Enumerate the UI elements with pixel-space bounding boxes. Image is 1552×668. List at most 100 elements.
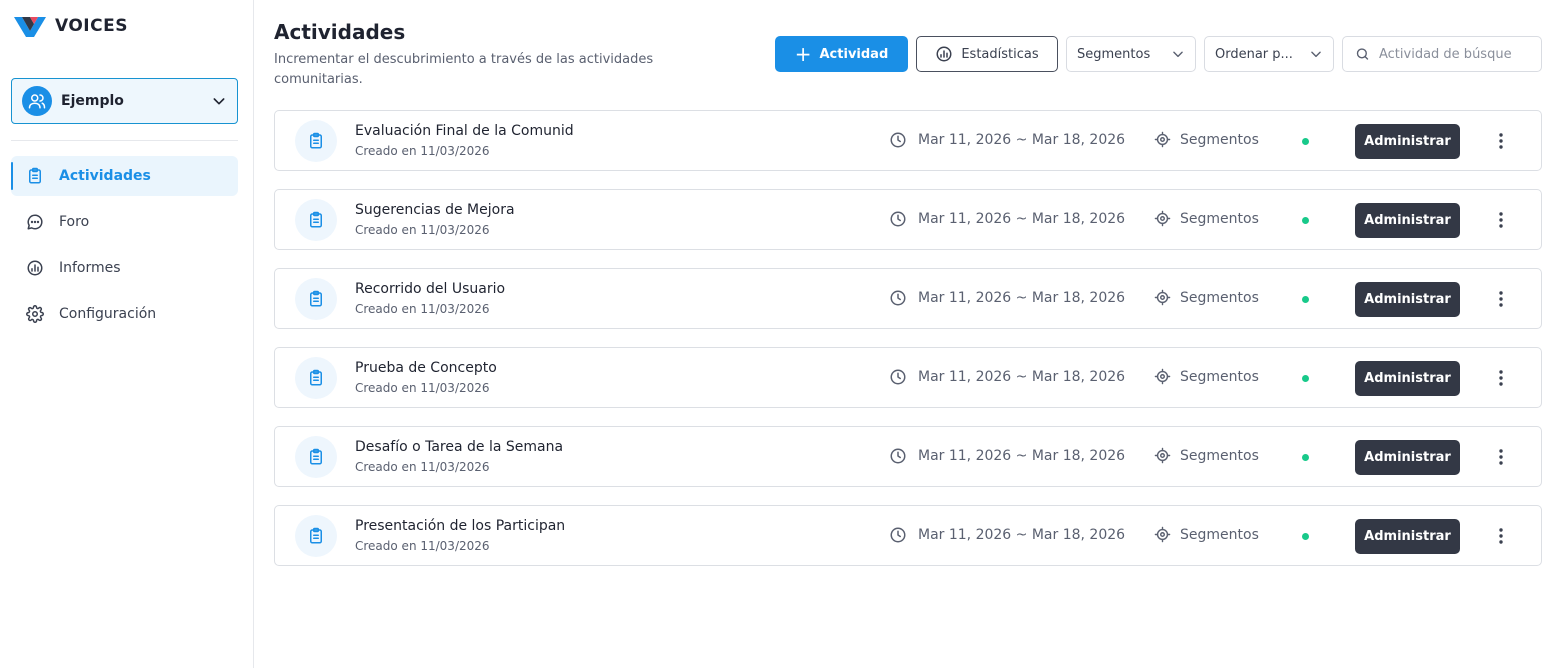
- target-icon: [1154, 368, 1171, 385]
- activity-created: Creado en 11/03/2026: [355, 539, 490, 553]
- clock-icon: [890, 448, 906, 464]
- activity-segment: Segmentos: [1154, 131, 1259, 148]
- activity-row[interactable]: Desafío o Tarea de la Semana Creado en 1…: [274, 426, 1542, 487]
- statistics-button[interactable]: Estadísticas: [916, 36, 1058, 72]
- activity-icon: [295, 278, 337, 320]
- sidebar-item-foro[interactable]: Foro: [11, 202, 238, 242]
- clipboard-icon: [310, 211, 322, 228]
- activity-created: Creado en 11/03/2026: [355, 302, 490, 316]
- manage-button[interactable]: Administrar: [1355, 203, 1460, 238]
- users-icon: [28, 94, 46, 109]
- more-options-icon[interactable]: [1490, 288, 1512, 310]
- add-activity-label: Actividad: [819, 46, 889, 62]
- activity-icon: [295, 357, 337, 399]
- status-dot: [1302, 533, 1309, 540]
- manage-button[interactable]: Administrar: [1355, 519, 1460, 554]
- chat-bubble-icon: [25, 212, 45, 232]
- activity-segment: Segmentos: [1154, 526, 1259, 543]
- activity-dates: Mar 11, 2026 ~ Mar 18, 2026: [918, 211, 1126, 227]
- activity-icon: [295, 436, 337, 478]
- search-box[interactable]: [1342, 36, 1542, 72]
- sidebar-item-configuracion[interactable]: Configuración: [11, 294, 238, 334]
- activity-title[interactable]: Sugerencias de Mejora: [355, 202, 515, 218]
- activity-date-range: Mar 11, 2026 ~ Mar 18, 2026: [889, 526, 1125, 544]
- activity-title[interactable]: Prueba de Concepto: [355, 360, 497, 376]
- clipboard-icon: [310, 132, 322, 149]
- activity-segment: Segmentos: [1154, 447, 1259, 464]
- activity-created: Creado en 11/03/2026: [355, 460, 490, 474]
- activity-date-range: Mar 11, 2026 ~ Mar 18, 2026: [889, 131, 1125, 149]
- activity-date-range: Mar 11, 2026 ~ Mar 18, 2026: [889, 289, 1125, 307]
- sort-dropdown[interactable]: Ordenar p...: [1204, 36, 1334, 72]
- workspace-avatar: [22, 86, 52, 116]
- target-icon: [1154, 447, 1171, 464]
- sidebar: VOICES Ejemplo Actividades Foro Informes…: [0, 0, 254, 668]
- page-subtitle: Incrementar el descubrimiento a través d…: [274, 52, 654, 87]
- activity-row[interactable]: Recorrido del Usuario Creado en 11/03/20…: [274, 268, 1542, 329]
- sort-dropdown-label: Ordenar p...: [1215, 46, 1293, 62]
- more-options-icon[interactable]: [1490, 525, 1512, 547]
- workspace-selector[interactable]: Ejemplo: [11, 78, 238, 124]
- search-icon: [1356, 48, 1369, 60]
- manage-button[interactable]: Administrar: [1355, 361, 1460, 396]
- status-dot: [1302, 296, 1309, 303]
- plus-icon: +: [794, 42, 812, 66]
- clipboard-icon: [310, 448, 322, 465]
- segments-dropdown-label: Segmentos: [1077, 46, 1151, 62]
- activity-title[interactable]: Presentación de los Participan: [355, 518, 565, 534]
- more-options-icon[interactable]: [1490, 130, 1512, 152]
- clipboard-icon: [310, 369, 322, 386]
- sidebar-item-label: Foro: [59, 214, 90, 230]
- activity-list: Evaluación Final de la Comunid Creado en…: [274, 110, 1542, 584]
- voices-logo-icon: [14, 17, 46, 37]
- clipboard-icon: [310, 527, 322, 544]
- activity-segment: Segmentos: [1154, 210, 1259, 227]
- brand[interactable]: VOICES: [12, 13, 128, 39]
- activity-segment-label: Segmentos: [1180, 289, 1259, 306]
- target-icon: [1154, 210, 1171, 227]
- activity-segment: Segmentos: [1154, 368, 1259, 385]
- activity-row[interactable]: Sugerencias de Mejora Creado en 11/03/20…: [274, 189, 1542, 250]
- more-options-icon[interactable]: [1490, 367, 1512, 389]
- status-dot: [1302, 375, 1309, 382]
- sidebar-item-label: Informes: [59, 260, 121, 276]
- activity-row[interactable]: Evaluación Final de la Comunid Creado en…: [274, 110, 1542, 171]
- activity-icon: [295, 199, 337, 241]
- sidebar-item-actividades[interactable]: Actividades: [11, 156, 238, 196]
- activity-row[interactable]: Prueba de Concepto Creado en 11/03/2026 …: [274, 347, 1542, 408]
- add-activity-button[interactable]: + Actividad: [775, 36, 908, 72]
- activity-title[interactable]: Evaluación Final de la Comunid: [355, 123, 574, 139]
- search-input[interactable]: [1379, 46, 1529, 62]
- brand-name: VOICES: [55, 16, 128, 36]
- activity-created: Creado en 11/03/2026: [355, 223, 490, 237]
- more-options-icon[interactable]: [1490, 446, 1512, 468]
- workspace-label: Ejemplo: [61, 93, 124, 109]
- target-icon: [1154, 526, 1171, 543]
- manage-button[interactable]: Administrar: [1355, 124, 1460, 159]
- activity-row[interactable]: Presentación de los Participan Creado en…: [274, 505, 1542, 566]
- activity-icon: [295, 515, 337, 557]
- sidebar-nav: Actividades Foro Informes Configuración: [11, 156, 238, 340]
- chevron-down-icon: [1311, 51, 1321, 58]
- activity-title[interactable]: Recorrido del Usuario: [355, 281, 505, 297]
- sidebar-divider: [11, 140, 238, 141]
- activity-created: Creado en 11/03/2026: [355, 144, 490, 158]
- activity-date-range: Mar 11, 2026 ~ Mar 18, 2026: [889, 368, 1125, 386]
- status-dot: [1302, 138, 1309, 145]
- activity-dates: Mar 11, 2026 ~ Mar 18, 2026: [918, 290, 1126, 306]
- activity-title[interactable]: Desafío o Tarea de la Semana: [355, 439, 563, 455]
- sidebar-item-label: Actividades: [59, 168, 151, 184]
- chart-circle-icon: [25, 258, 45, 278]
- page-title: Actividades: [274, 20, 406, 44]
- statistics-label: Estadísticas: [961, 46, 1039, 62]
- chevron-down-icon: [1173, 51, 1183, 58]
- activity-segment-label: Segmentos: [1180, 210, 1259, 227]
- manage-button[interactable]: Administrar: [1355, 282, 1460, 317]
- segments-dropdown[interactable]: Segmentos: [1066, 36, 1196, 72]
- manage-button[interactable]: Administrar: [1355, 440, 1460, 475]
- clipboard-icon: [25, 166, 45, 186]
- activity-dates: Mar 11, 2026 ~ Mar 18, 2026: [918, 448, 1126, 464]
- gear-icon: [25, 304, 45, 324]
- sidebar-item-informes[interactable]: Informes: [11, 248, 238, 288]
- more-options-icon[interactable]: [1490, 209, 1512, 231]
